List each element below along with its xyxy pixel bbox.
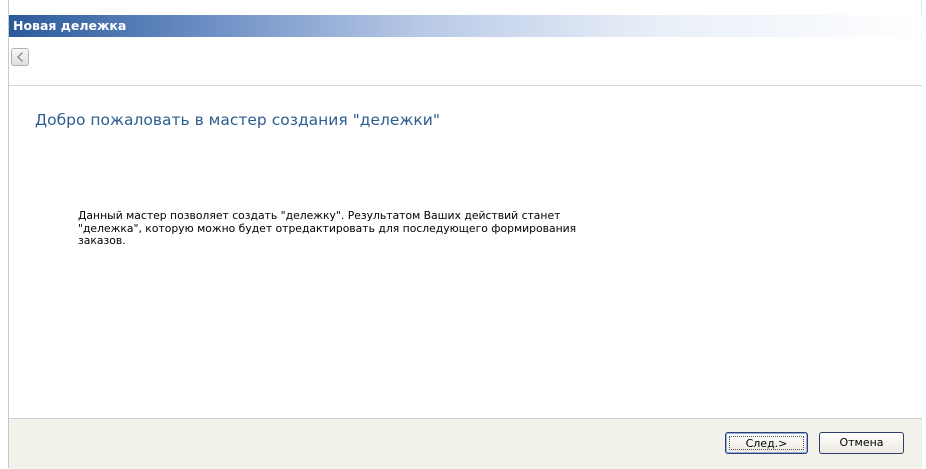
back-button[interactable] [11, 48, 29, 66]
description-line: "дележка", которую можно будет отредакти… [78, 221, 577, 235]
wizard-description: Данный мастер позволяет создать "дележку… [78, 209, 638, 248]
back-arrow-icon [17, 52, 23, 62]
description-line: Данный мастер позволяет создать "дележку… [78, 209, 561, 222]
cancel-button[interactable]: Отмена [819, 432, 904, 454]
title-bar: Новая дележка [9, 15, 922, 37]
wizard-content: Добро пожаловать в мастер создания "деле… [9, 86, 922, 418]
next-button-label: След.> [729, 436, 804, 450]
wizard-heading: Добро пожаловать в мастер создания "деле… [35, 111, 440, 129]
description-line: заказов. [78, 234, 126, 247]
navigation-bar [9, 38, 922, 86]
wizard-window: Новая дележка Добро пожаловать в мастер … [8, 0, 922, 469]
button-bar: След.> Отмена [9, 418, 922, 469]
next-button[interactable]: След.> [725, 432, 808, 454]
window-title: Новая дележка [13, 18, 127, 33]
